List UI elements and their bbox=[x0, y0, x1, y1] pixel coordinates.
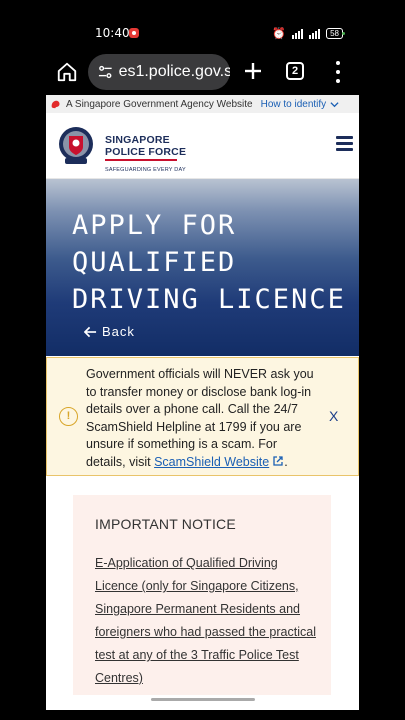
web-page: A Singapore Government Agency Website Ho… bbox=[46, 95, 359, 710]
hero-banner: APPLY FOR QUALIFIED DRIVING LICENCE Back bbox=[46, 179, 359, 356]
privacy-dot-icon bbox=[342, 32, 345, 35]
external-link-icon[interactable] bbox=[272, 455, 284, 467]
alarm-icon: ⏰ bbox=[272, 28, 287, 40]
gov-banner-text: A Singapore Government Agency Website bbox=[66, 98, 253, 110]
back-link[interactable]: Back bbox=[84, 324, 135, 339]
important-notice-card: IMPORTANT NOTICE E-Application of Qualif… bbox=[73, 495, 331, 695]
site-settings-icon[interactable] bbox=[98, 64, 113, 80]
signal-icon-2 bbox=[309, 28, 321, 39]
signal-icon bbox=[292, 28, 304, 39]
arrow-left-icon bbox=[84, 326, 97, 337]
qdl-application-link[interactable]: E-Application of Qualified Driving Licen… bbox=[95, 552, 323, 690]
police-crest-logo[interactable] bbox=[56, 125, 96, 167]
logo-divider bbox=[105, 159, 177, 161]
status-icons: ⏰ 58 bbox=[272, 27, 343, 40]
back-label: Back bbox=[102, 324, 135, 339]
status-time: 10:40 bbox=[95, 26, 130, 40]
page-title: APPLY FOR QUALIFIED DRIVING LICENCE bbox=[72, 210, 346, 315]
tab-switcher-button[interactable]: 2 bbox=[286, 62, 304, 80]
org-name[interactable]: SINGAPORE POLICE FORCE SAFEGUARDING EVER… bbox=[105, 134, 186, 176]
scam-alert-banner: ! Government officials will NEVER ask yo… bbox=[46, 357, 359, 476]
exclamation-icon: ! bbox=[59, 407, 78, 426]
alert-message: Government officials will NEVER ask you … bbox=[86, 366, 318, 471]
screen-record-icon bbox=[129, 28, 139, 38]
alert-suffix: . bbox=[284, 454, 288, 469]
how-to-identify-link[interactable]: How to identify bbox=[261, 99, 327, 110]
gov-banner: A Singapore Government Agency Website Ho… bbox=[46, 95, 359, 113]
browser-toolbar: es1.police.gov.sg 2 bbox=[0, 52, 405, 92]
lion-head-icon bbox=[51, 100, 60, 108]
org-name-line1: SINGAPORE bbox=[105, 134, 170, 146]
battery-icon: 58 bbox=[326, 28, 343, 39]
org-name-line2: POLICE FORCE bbox=[105, 146, 187, 158]
home-icon[interactable] bbox=[56, 61, 78, 83]
gesture-bar[interactable] bbox=[151, 698, 255, 701]
site-header: SINGAPORE POLICE FORCE SAFEGUARDING EVER… bbox=[46, 113, 359, 179]
address-bar[interactable]: es1.police.gov.sg bbox=[88, 54, 230, 90]
new-tab-icon[interactable] bbox=[243, 61, 263, 81]
chevron-down-icon[interactable] bbox=[330, 100, 339, 109]
scamshield-link[interactable]: ScamShield Website bbox=[154, 455, 269, 469]
more-options-icon[interactable] bbox=[334, 61, 342, 83]
org-tagline: SAFEGUARDING EVERY DAY bbox=[105, 167, 186, 173]
url-text: es1.police.gov.sg bbox=[118, 63, 230, 80]
menu-icon[interactable] bbox=[336, 136, 353, 151]
alert-message-text: Government officials will NEVER ask you … bbox=[86, 367, 314, 469]
close-alert-button[interactable]: X bbox=[329, 408, 338, 424]
notice-title: IMPORTANT NOTICE bbox=[95, 516, 236, 532]
status-bar: 10:40 ⏰ 58 bbox=[0, 0, 405, 52]
